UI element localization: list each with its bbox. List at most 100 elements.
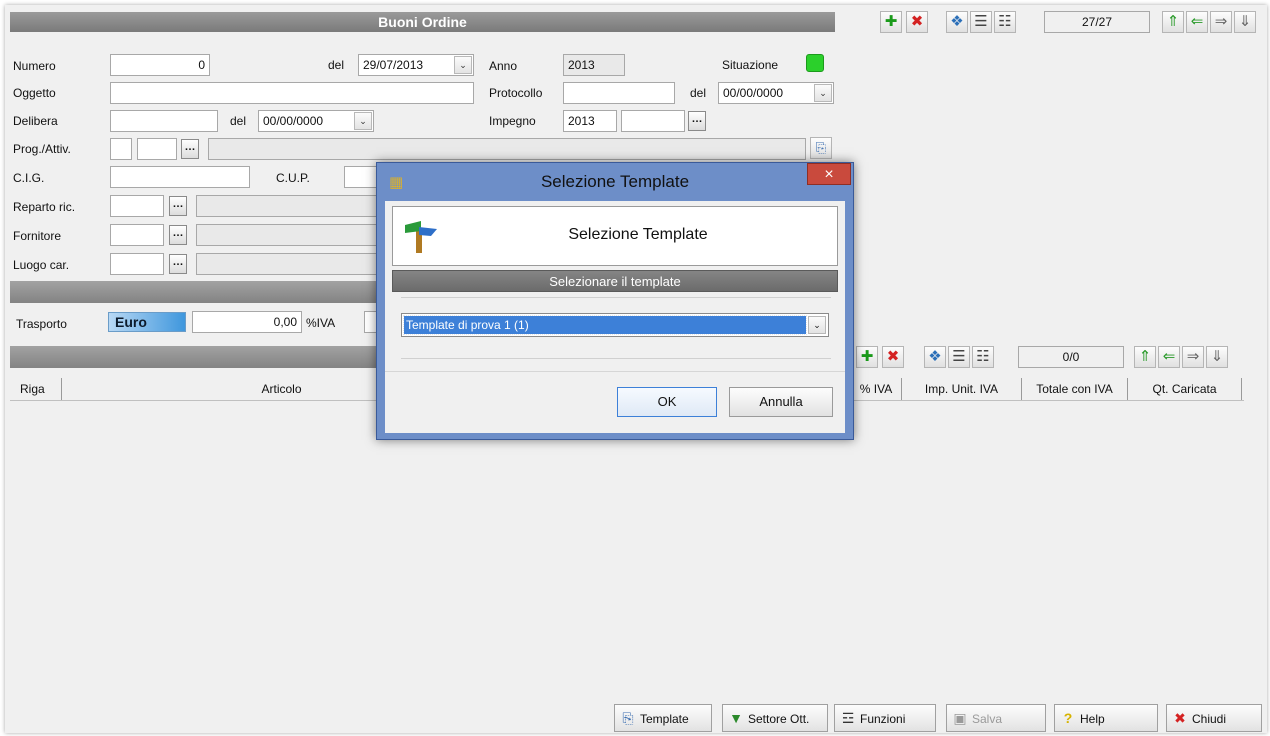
situazione-label: Situazione <box>722 58 779 72</box>
last-record-button[interactable]: ⇓ <box>1234 11 1256 33</box>
help-button[interactable]: ? Help <box>1054 704 1158 732</box>
reparto-description <box>196 195 386 217</box>
cig-label: C.I.G. <box>13 171 45 185</box>
delete-record-button[interactable]: ✖ <box>906 11 928 33</box>
cig-input[interactable] <box>110 166 250 188</box>
fornitore-input[interactable] <box>110 224 164 246</box>
delibera-input[interactable] <box>110 110 218 132</box>
first-record-button[interactable]: ⇑ <box>1162 11 1184 33</box>
add-record-button[interactable]: ✚ <box>880 11 902 33</box>
reparto-label: Reparto ric. <box>13 200 76 214</box>
cancel-button[interactable]: Annulla <box>729 387 833 417</box>
reparto-lookup-button[interactable]: … <box>169 196 187 216</box>
column-totale-iva[interactable]: Totale con IVA <box>1022 378 1128 400</box>
ok-button[interactable]: OK <box>617 387 717 417</box>
grid-last-button[interactable]: ⇓ <box>1206 346 1228 368</box>
form-title: Buoni Ordine <box>10 12 835 32</box>
settore-button-label: Settore Ott. <box>748 712 810 726</box>
impegno-year-input[interactable]: 2013 <box>563 110 617 132</box>
chiudi-button-label: Chiudi <box>1192 712 1227 726</box>
delibera-date-value: 00/00/0000 <box>263 114 324 128</box>
grid-copy-icon[interactable]: ❖ <box>924 346 946 368</box>
template-dialog: ▦ Selezione Template × Selezione Templat… <box>376 162 854 440</box>
numero-label: Numero <box>13 59 56 73</box>
section-separator <box>10 281 390 303</box>
protocollo-date-picker[interactable]: 00/00/0000 ⌄ <box>718 82 834 104</box>
grid-print-icon[interactable]: ☰ <box>948 346 970 368</box>
anno-label: Anno <box>489 59 518 73</box>
trasporto-label: Trasporto <box>16 317 67 331</box>
salva-button[interactable]: ▣ Salva <box>946 704 1046 732</box>
print-multi-icon[interactable]: ☷ <box>994 11 1016 33</box>
column-qt-caricata[interactable]: Qt. Caricata <box>1128 378 1242 400</box>
funzioni-button[interactable]: ☲ Funzioni <box>834 704 936 732</box>
chiudi-button[interactable]: ✖ Chiudi <box>1166 704 1262 732</box>
oggetto-label: Oggetto <box>13 86 56 100</box>
numero-del-label: del <box>328 58 345 72</box>
column-riga[interactable]: Riga <box>14 378 62 400</box>
grid-record-counter: 0/0 <box>1018 346 1124 368</box>
prog-lookup-button[interactable]: … <box>181 139 199 159</box>
delibera-del-label: del <box>230 114 247 128</box>
protocollo-input[interactable] <box>563 82 675 104</box>
protocollo-date-value: 00/00/0000 <box>723 86 784 100</box>
iva-label: %IVA <box>306 316 336 330</box>
template-button[interactable]: ⎘ Template <box>614 704 712 732</box>
next-record-button[interactable]: ⇒ <box>1210 11 1232 33</box>
impegno-label: Impegno <box>489 114 536 128</box>
salva-button-label: Salva <box>972 712 1003 726</box>
help-button-label: Help <box>1080 712 1105 726</box>
chevron-down-icon[interactable]: ⌄ <box>354 112 372 130</box>
print-icon[interactable]: ☰ <box>970 11 992 33</box>
numero-input[interactable]: 0 <box>110 54 210 76</box>
prog-input-1[interactable] <box>110 138 132 160</box>
grid-prev-button[interactable]: ⇐ <box>1158 346 1180 368</box>
chevron-down-icon[interactable]: ⌄ <box>808 316 826 334</box>
prog-description <box>208 138 806 160</box>
signpost-icon <box>399 219 439 253</box>
settore-button[interactable]: ▼ Settore Ott. <box>722 704 828 732</box>
prog-input-2[interactable] <box>137 138 177 160</box>
help-icon: ? <box>1063 710 1073 726</box>
luogo-description <box>196 253 386 275</box>
copy-record-icon[interactable]: ❖ <box>946 11 968 33</box>
grid-first-button[interactable]: ⇑ <box>1134 346 1156 368</box>
reparto-input[interactable] <box>110 195 164 217</box>
oggetto-input[interactable] <box>110 82 474 104</box>
dialog-close-button[interactable]: × <box>807 163 851 185</box>
fornitore-lookup-button[interactable]: … <box>169 225 187 245</box>
dialog-header-text: Selezione Template <box>568 226 708 243</box>
grid-delete-row-button[interactable]: ✖ <box>882 346 904 368</box>
impegno-lookup-button[interactable]: … <box>688 111 706 131</box>
delibera-date-picker[interactable]: 00/00/0000 ⌄ <box>258 110 374 132</box>
template-button-label: Template <box>640 712 689 726</box>
situazione-status-indicator <box>806 54 824 72</box>
luogo-lookup-button[interactable]: … <box>169 254 187 274</box>
chevron-down-icon[interactable]: ⌄ <box>814 84 832 102</box>
grid-print-multi-icon[interactable]: ☷ <box>972 346 994 368</box>
document-preview-icon[interactable]: ⎘ <box>810 137 832 159</box>
trasporto-input[interactable]: 0,00 <box>192 311 302 333</box>
functions-icon: ☲ <box>841 710 855 726</box>
save-icon: ▣ <box>953 710 967 726</box>
column-iva[interactable]: % IVA <box>850 378 902 400</box>
dialog-body: Selezione Template Selezionare il templa… <box>385 201 845 433</box>
close-icon: ✖ <box>1174 710 1186 726</box>
grid-add-row-button[interactable]: ✚ <box>856 346 878 368</box>
fornitore-description <box>196 224 386 246</box>
funzioni-button-label: Funzioni <box>860 712 906 726</box>
template-select[interactable]: Template di prova 1 (1) ⌄ <box>401 313 829 337</box>
luogo-label: Luogo car. <box>13 258 70 272</box>
impegno-number-input[interactable] <box>621 110 685 132</box>
grid-next-button[interactable]: ⇒ <box>1182 346 1204 368</box>
record-counter: 27/27 <box>1044 11 1150 33</box>
protocollo-label: Protocollo <box>489 86 543 100</box>
chevron-down-icon[interactable]: ⌄ <box>454 56 472 74</box>
luogo-input[interactable] <box>110 253 164 275</box>
anno-input[interactable]: 2013 <box>563 54 625 76</box>
dialog-instruction-bar: Selezionare il template <box>392 270 838 292</box>
numero-date-picker[interactable]: 29/07/2013 ⌄ <box>358 54 474 76</box>
column-imp-unit-iva[interactable]: Imp. Unit. IVA <box>902 378 1022 400</box>
delibera-label: Delibera <box>13 114 58 128</box>
prev-record-button[interactable]: ⇐ <box>1186 11 1208 33</box>
